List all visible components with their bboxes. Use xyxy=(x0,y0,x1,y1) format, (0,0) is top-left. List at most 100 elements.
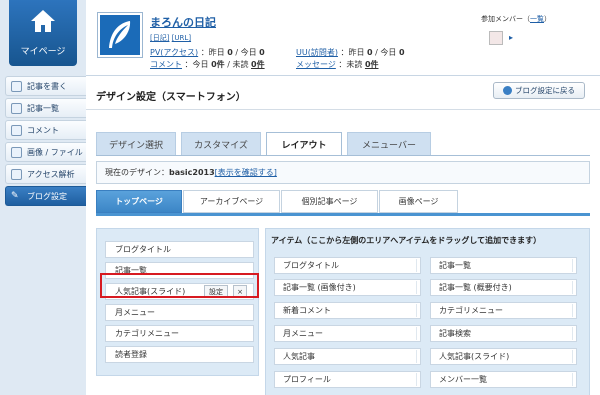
palette-item-label: ブログタイトル xyxy=(283,261,339,270)
drag-handle xyxy=(572,350,573,363)
drag-handle xyxy=(572,281,573,294)
members-list-link[interactable]: 一覧 xyxy=(530,15,544,23)
url-link[interactable]: [URL] xyxy=(172,34,191,42)
blog-header: まろんの日記 [日記] [URL] PV(アクセス) ：昨日 0 / 今日 0 … xyxy=(86,0,600,76)
items-palette-title: アイテム（ここから左側のエリアへアイテムをドラッグして追加できます） xyxy=(271,236,542,245)
pv-yesterday: 0 xyxy=(227,48,233,57)
drag-handle xyxy=(572,304,573,317)
subtab-top-page[interactable]: トップページ xyxy=(96,190,182,213)
back-to-settings-button[interactable]: ブログ設定に戻る xyxy=(493,82,585,99)
design-tabs: デザイン選択 カスタマイズ レイアウト メニューバー xyxy=(96,132,436,156)
message-text: ：未読 xyxy=(338,60,363,69)
list-icon xyxy=(11,102,22,114)
sidebar-item-files[interactable]: 画像 / ファイル xyxy=(5,142,86,162)
palette-item[interactable]: プロフィール xyxy=(274,371,421,388)
palette-item-label: 記事検索 xyxy=(439,329,471,338)
palette-item[interactable]: 人気記事(スライド) xyxy=(430,348,577,365)
current-design-prefix: 現在のデザイン： xyxy=(105,168,169,177)
palette-item-label: 新着コメント xyxy=(283,306,331,315)
drag-handle xyxy=(572,259,573,272)
items-palette: アイテム（ここから左側のエリアへアイテムをドラッグして追加できます） ブログタイ… xyxy=(265,228,590,395)
palette-item[interactable]: 人気記事 xyxy=(274,348,421,365)
comment-unread[interactable]: 0件 xyxy=(251,60,265,69)
layout-item[interactable]: 読者登録 xyxy=(105,346,254,363)
mypage-label: マイページ xyxy=(20,47,66,57)
palette-item-label: 記事一覧 (概要付き) xyxy=(439,283,512,292)
drag-handle xyxy=(416,281,417,294)
subtab-archive-page[interactable]: アーカイブページ xyxy=(183,190,280,213)
message-stats: メッセージ ：未読 0件 xyxy=(296,59,379,70)
image-icon xyxy=(11,146,22,158)
sidebar-item-label: 記事を書く xyxy=(27,81,67,91)
palette-item-label: 月メニュー xyxy=(283,329,323,338)
uu-today-text: / 今日 xyxy=(375,48,397,57)
layout-item[interactable]: ブログタイトル xyxy=(105,241,254,258)
preview-design-link[interactable]: [表示を確認する] xyxy=(215,167,277,178)
subtab-image-page[interactable]: 画像ページ xyxy=(379,190,458,213)
palette-item-label: 人気記事(スライド) xyxy=(439,352,510,361)
sidebar-item-label: アクセス解析 xyxy=(27,169,75,179)
comment-stats: コメント ：今日 0件 / 未読 0件 xyxy=(150,59,265,70)
pv-today: 0 xyxy=(259,48,265,57)
left-rail: マイページ 記事を書く 記事一覧 コメント 画像 / ファイル アクセス解析 ✎… xyxy=(0,0,86,395)
sidebar-item-articles[interactable]: 記事一覧 xyxy=(5,98,86,118)
blog-name-link[interactable]: まろんの日記 xyxy=(150,14,216,30)
sidebar-item-label: 画像 / ファイル xyxy=(27,147,83,157)
palette-item[interactable]: 記事一覧 (画像付き) xyxy=(274,279,421,296)
subtabs-underline xyxy=(96,213,590,216)
message-link[interactable]: メッセージ xyxy=(296,60,336,69)
chart-icon xyxy=(11,168,22,180)
highlight-box xyxy=(100,273,259,298)
drag-handle xyxy=(416,350,417,363)
sidebar-item-blog-settings[interactable]: ✎ ブログ設定 xyxy=(5,186,86,206)
uu-today: 0 xyxy=(398,48,405,57)
uu-yesterday: 0 xyxy=(367,48,373,57)
comment-unread-text: / 未読 xyxy=(227,60,249,69)
arrow-right-icon[interactable]: ▸ xyxy=(509,33,513,42)
mypage-button[interactable]: マイページ xyxy=(9,0,77,66)
tab-menubar[interactable]: メニューバー xyxy=(347,132,431,155)
palette-item[interactable]: 記事一覧 (概要付き) xyxy=(430,279,577,296)
comment-link[interactable]: コメント xyxy=(150,60,182,69)
palette-item[interactable]: 新着コメント xyxy=(274,302,421,319)
palette-item[interactable]: 記事検索 xyxy=(430,325,577,342)
drag-handle xyxy=(416,304,417,317)
comment-text: ：今日 xyxy=(184,60,209,69)
current-design-name: basic2013 xyxy=(169,168,215,177)
members-label: 参加メンバー xyxy=(481,15,523,23)
pv-link[interactable]: PV(アクセス) xyxy=(150,48,198,57)
page-title: デザイン設定（スマートフォン） xyxy=(96,92,246,103)
palette-item[interactable]: カテゴリメニュー xyxy=(430,302,577,319)
sidebar-item-comments[interactable]: コメント xyxy=(5,120,86,140)
palette-item[interactable]: 記事一覧 xyxy=(430,257,577,274)
tabs-underline xyxy=(96,155,590,156)
layout-item[interactable]: カテゴリメニュー xyxy=(105,325,254,342)
tab-design-select[interactable]: デザイン選択 xyxy=(96,132,176,155)
drag-handle xyxy=(572,327,573,340)
palette-item[interactable]: ブログタイトル xyxy=(274,257,421,274)
palette-item[interactable]: メンバー一覧 xyxy=(430,371,577,388)
tab-layout[interactable]: レイアウト xyxy=(266,132,342,156)
blog-logo xyxy=(97,12,143,58)
palette-item-label: カテゴリメニュー xyxy=(439,306,503,315)
drag-handle xyxy=(416,327,417,340)
subtab-article-page[interactable]: 個別記事ページ xyxy=(281,190,378,213)
back-button-label: ブログ設定に戻る xyxy=(515,86,575,95)
layout-item[interactable]: 月メニュー xyxy=(105,304,254,321)
palette-item[interactable]: 月メニュー xyxy=(274,325,421,342)
uu-link[interactable]: UU(訪問者) xyxy=(296,48,338,57)
back-arrow-icon xyxy=(503,86,512,95)
uu-stats: UU(訪問者) ：昨日 0 / 今日 0 xyxy=(296,47,405,58)
message-unread[interactable]: 0件 xyxy=(365,60,379,69)
sidebar-item-write[interactable]: 記事を書く xyxy=(5,76,86,96)
tab-customize[interactable]: カスタマイズ xyxy=(181,132,261,155)
home-icon xyxy=(31,10,55,32)
palette-item-label: メンバー一覧 xyxy=(439,375,487,384)
pencil-icon xyxy=(11,80,22,92)
wrench-icon: ✎ xyxy=(11,190,19,201)
drag-handle xyxy=(416,373,417,386)
sidebar-item-analytics[interactable]: アクセス解析 xyxy=(5,164,86,184)
uu-text: ：昨日 xyxy=(340,48,365,57)
diary-link[interactable]: [日記] xyxy=(150,34,169,42)
member-avatar[interactable] xyxy=(489,31,503,45)
